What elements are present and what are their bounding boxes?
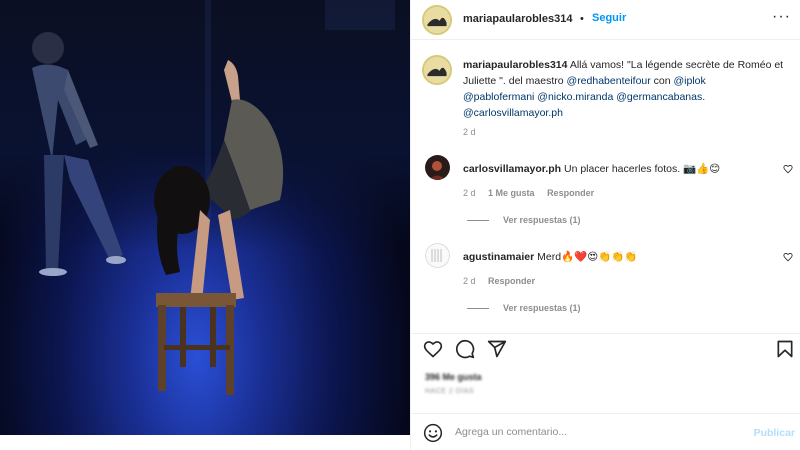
comment-meta: 2 d Responder — [463, 276, 545, 286]
mention-link[interactable]: @carlosvillamayor.ph — [463, 107, 563, 119]
dancer — [154, 60, 284, 302]
background-performer — [32, 32, 126, 276]
mention-link[interactable]: @redhabenteifour — [567, 75, 651, 87]
mention-link[interactable]: @germancabanas — [616, 91, 702, 103]
comment-body: Merd🔥❤️😍👏👏👏 — [537, 251, 638, 263]
comment-text: agustinamaier Merd🔥❤️😍👏👏👏 — [463, 250, 637, 263]
emoji-icon[interactable] — [423, 423, 443, 443]
comment-likes[interactable]: 1 Me gusta — [488, 188, 535, 198]
commenter-avatar[interactable] — [425, 155, 450, 180]
post-actions-bar — [411, 333, 800, 363]
reply-button[interactable]: Responder — [488, 276, 535, 286]
replies-divider — [467, 308, 489, 310]
commenter-username[interactable]: agustinamaier — [463, 251, 534, 263]
caption-body: . — [702, 91, 706, 103]
comment-text: carlosvillamayor.ph Un placer hacerles f… — [463, 162, 720, 175]
post-header: mariapaularobles314 • Seguir ··· — [411, 0, 800, 40]
more-icon[interactable]: ··· — [772, 8, 791, 26]
comment-heart-icon[interactable] — [783, 164, 793, 174]
caption-timestamp[interactable]: 2 d — [463, 127, 476, 137]
mention-link[interactable]: @nicko.miranda — [537, 91, 613, 103]
view-replies-button[interactable]: Ver respuestas (1) — [467, 303, 581, 313]
commenter-avatar[interactable] — [425, 243, 450, 268]
add-comment-bar: Publicar — [411, 413, 800, 450]
author-avatar[interactable] — [422, 5, 452, 35]
publish-button[interactable]: Publicar — [754, 427, 795, 439]
header-separator: • — [580, 13, 584, 25]
wooden-chair — [156, 293, 236, 395]
view-replies-button[interactable]: Ver respuestas (1) — [467, 215, 581, 225]
stage-rigging — [325, 0, 395, 30]
author-username[interactable]: mariapaularobles314 — [463, 13, 572, 25]
caption-body: con — [650, 75, 674, 87]
mention-link[interactable]: @iplok — [674, 75, 706, 87]
commenter-username[interactable]: carlosvillamayor.ph — [463, 163, 561, 175]
comment-timestamp[interactable]: 2 d — [463, 276, 476, 286]
photo-footer-strip — [0, 435, 410, 450]
comment-icon[interactable] — [455, 339, 475, 359]
caption-avatar[interactable] — [422, 55, 452, 85]
bookmark-icon[interactable] — [775, 339, 795, 359]
reply-button[interactable]: Responder — [547, 188, 594, 198]
mention-link[interactable]: @pablofermani — [463, 91, 534, 103]
comment-body: Un placer hacerles fotos. 📷👍😊 — [563, 163, 721, 175]
caption-username[interactable]: mariapaularobles314 — [463, 59, 567, 71]
replies-divider — [467, 220, 489, 222]
comment-timestamp[interactable]: 2 d — [463, 188, 476, 198]
view-replies-label: Ver respuestas (1) — [503, 303, 581, 313]
comment-input[interactable] — [455, 422, 735, 442]
likes-count[interactable]: 396 Me gusta — [425, 372, 482, 382]
follow-button[interactable]: Seguir — [592, 12, 626, 24]
post-details-panel: mariapaularobles314 • Seguir ··· mariapa… — [410, 0, 800, 450]
caption-text: mariapaularobles314 Allá vamos! "La lége… — [463, 57, 789, 121]
share-icon[interactable] — [487, 339, 507, 359]
heart-icon[interactable] — [423, 339, 443, 359]
comment-meta: 2 d 1 Me gusta Responder — [463, 188, 604, 198]
post-photo[interactable] — [0, 0, 410, 435]
comment-heart-icon[interactable] — [783, 252, 793, 262]
post-date[interactable]: HACE 2 DÍAS — [425, 388, 474, 395]
view-replies-label: Ver respuestas (1) — [503, 215, 581, 225]
